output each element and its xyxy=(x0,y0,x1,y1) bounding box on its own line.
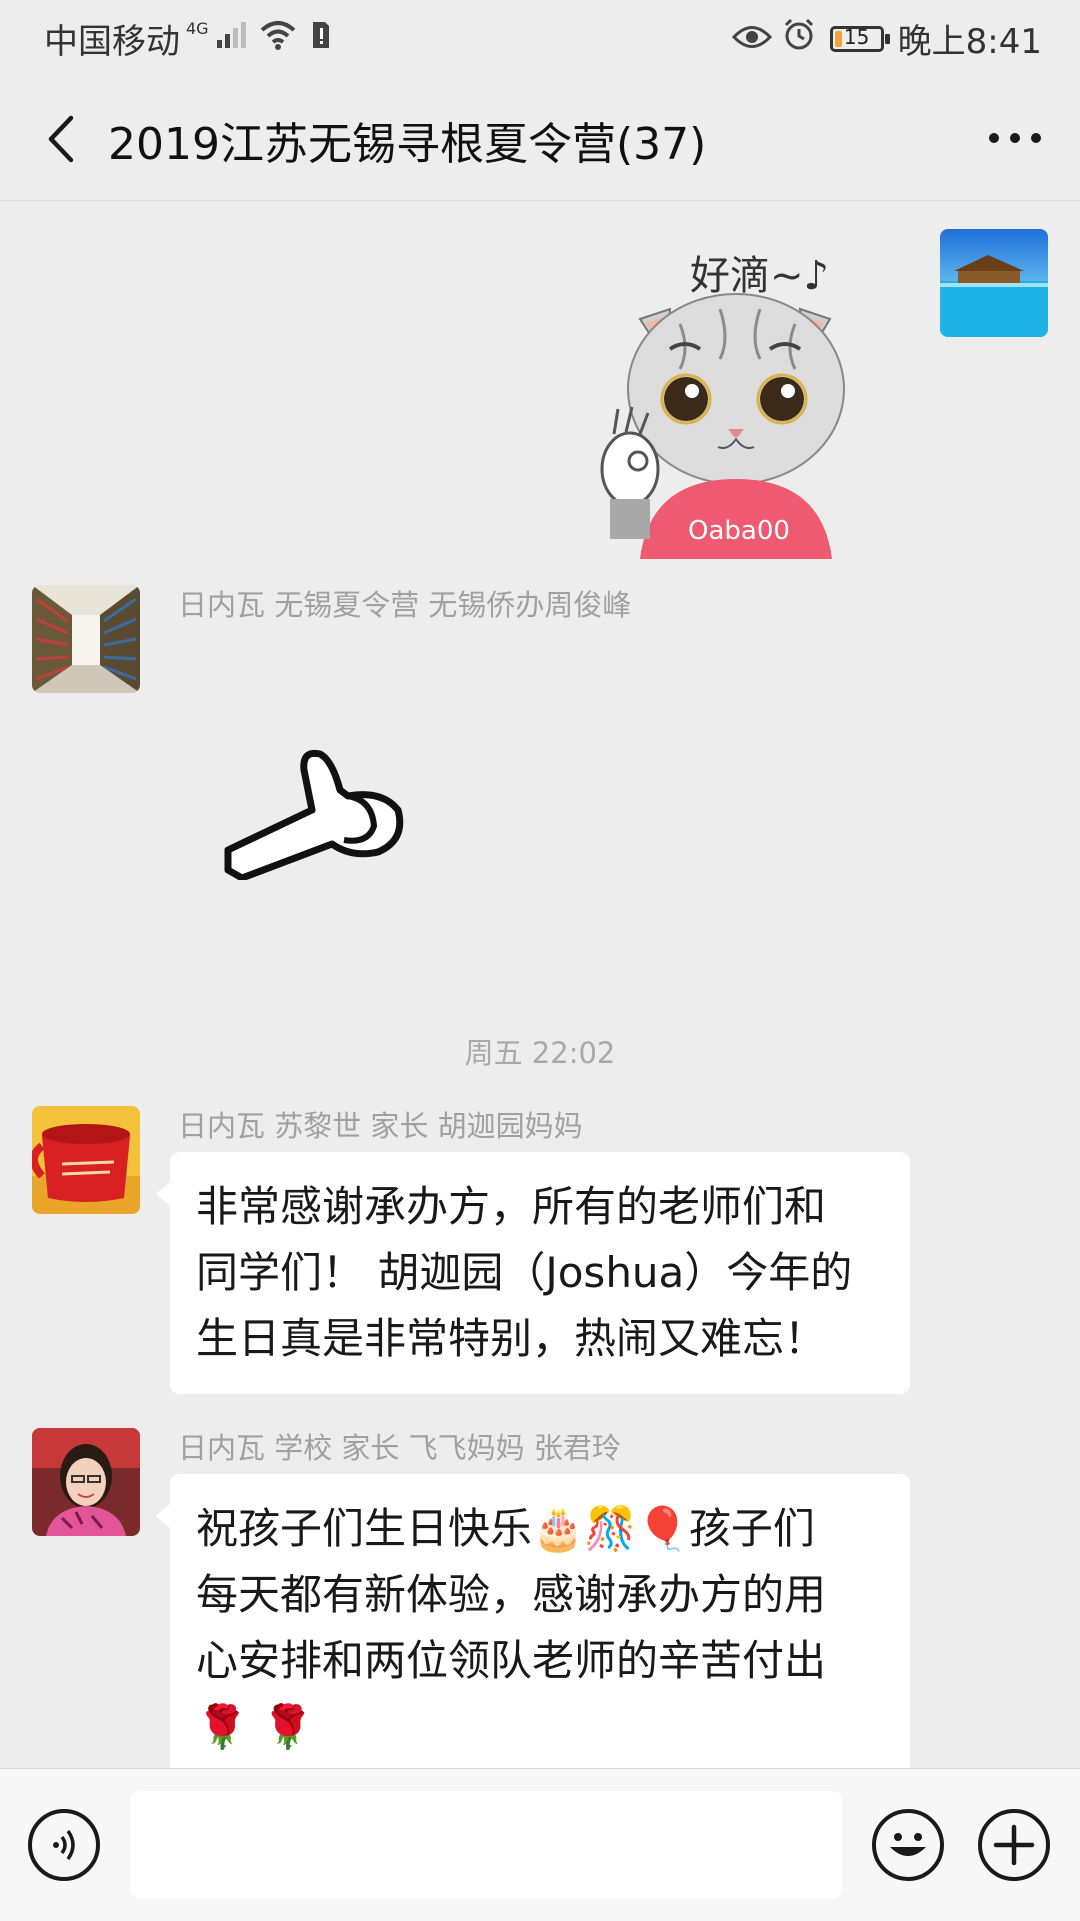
chat-header: 2019江苏无锡寻根夏令营(37) xyxy=(0,78,1080,201)
red-mug-photo xyxy=(32,1106,140,1214)
message-line: 祝孩子们生日快乐🎂🎊🎈孩子们 xyxy=(196,1504,815,1553)
more-button[interactable] xyxy=(980,108,1050,168)
emoji-button[interactable] xyxy=(872,1809,944,1881)
chat-input-bar xyxy=(0,1768,1080,1921)
message-list[interactable]: 好滴~♪ Oaba00 日内瓦 无锡夏令营 无锡侨办周俊峰 周五 22:02 日… xyxy=(0,200,1080,1768)
sim-alert-icon xyxy=(311,18,331,59)
message-line: 每天都有新体验，感谢承办方的用 xyxy=(196,1570,827,1619)
clock-time: 晚上8:41 xyxy=(897,22,1042,62)
message-line: 生日真是非常特别，热闹又难忘！ xyxy=(196,1314,827,1363)
plus-icon xyxy=(993,1824,1035,1866)
battery-icon: 15 xyxy=(829,24,890,52)
alarm-icon xyxy=(782,17,816,60)
sticker-caption: 好滴~♪ xyxy=(690,253,829,299)
carrier-label: 中国移动 xyxy=(44,22,180,62)
status-bar: 中国移动 4G 15 晚上8:41 xyxy=(0,0,1080,78)
chevron-left-icon xyxy=(48,115,74,163)
beach-resort-photo xyxy=(940,229,1048,337)
back-button[interactable] xyxy=(30,106,90,172)
thumbs-up-sticker[interactable] xyxy=(222,740,412,882)
chat-title: 2019江苏无锡寻根夏令营(37) xyxy=(108,119,707,170)
message-line: 🌹 🌹 xyxy=(196,1702,314,1751)
more-dots-icon xyxy=(989,133,1041,143)
sender-avatar[interactable] xyxy=(32,585,140,693)
signal-icon xyxy=(215,19,247,59)
sender-name: 日内瓦 学校 家长 飞飞妈妈 张君玲 xyxy=(178,1431,621,1465)
smiley-icon xyxy=(890,1833,926,1856)
self-avatar[interactable] xyxy=(940,229,1048,337)
battery-level: 15 xyxy=(843,24,870,49)
message-bubble[interactable]: 祝孩子们生日快乐🎂🎊🎈孩子们 每天都有新体验，感谢承办方的用 心安排和两位领队老… xyxy=(156,1474,910,1768)
message-input[interactable] xyxy=(130,1791,842,1899)
eye-icon xyxy=(731,19,772,59)
message-line: 非常感谢承办方，所有的老师们和 xyxy=(196,1182,827,1231)
voice-icon xyxy=(53,1829,75,1861)
status-left: 中国移动 4G xyxy=(44,14,331,63)
wifi-icon xyxy=(259,19,297,59)
status-right: 15 晚上8:41 xyxy=(731,14,1042,63)
sender-avatar[interactable] xyxy=(32,1428,140,1536)
message-line: 同学们！ 胡迦园（Joshua）今年的 xyxy=(196,1248,853,1297)
timestamp: 周五 22:02 xyxy=(464,1036,616,1070)
cat-sticker[interactable]: 好滴~♪ Oaba00 xyxy=(600,229,880,559)
voice-button[interactable] xyxy=(28,1809,100,1881)
network-label: 4G xyxy=(186,19,209,38)
message-bubble[interactable]: 非常感谢承办方，所有的老师们和 同学们！ 胡迦园（Joshua）今年的 生日真是… xyxy=(156,1152,910,1394)
sender-name: 日内瓦 苏黎世 家长 胡迦园妈妈 xyxy=(178,1109,583,1143)
message-line: 心安排和两位领队老师的辛苦付出 xyxy=(196,1636,827,1685)
woman-portrait-photo xyxy=(32,1428,140,1536)
shirt-text: Oaba00 xyxy=(688,516,790,546)
sender-avatar[interactable] xyxy=(32,1106,140,1214)
sender-name: 日内瓦 无锡夏令营 无锡侨办周俊峰 xyxy=(178,588,632,622)
library-shelves-photo xyxy=(32,585,140,693)
thumbs-up-icon xyxy=(224,749,404,882)
plus-button[interactable] xyxy=(978,1809,1050,1881)
